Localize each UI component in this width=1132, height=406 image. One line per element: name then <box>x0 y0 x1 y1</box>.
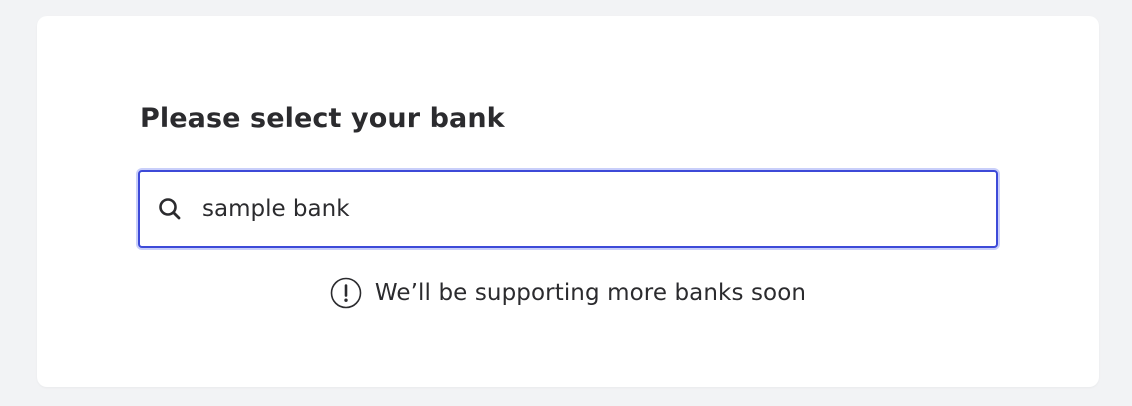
bank-select-card: Please select your bank We’ll be support… <box>37 16 1099 387</box>
bank-search-input[interactable] <box>202 196 982 222</box>
page-title: Please select your bank <box>140 103 505 134</box>
bank-search-field[interactable] <box>138 170 998 248</box>
support-notice: We’ll be supporting more banks soon <box>37 277 1099 309</box>
search-icon <box>157 196 183 222</box>
info-alert-icon <box>330 277 362 309</box>
notice-text: We’ll be supporting more banks soon <box>374 280 807 306</box>
